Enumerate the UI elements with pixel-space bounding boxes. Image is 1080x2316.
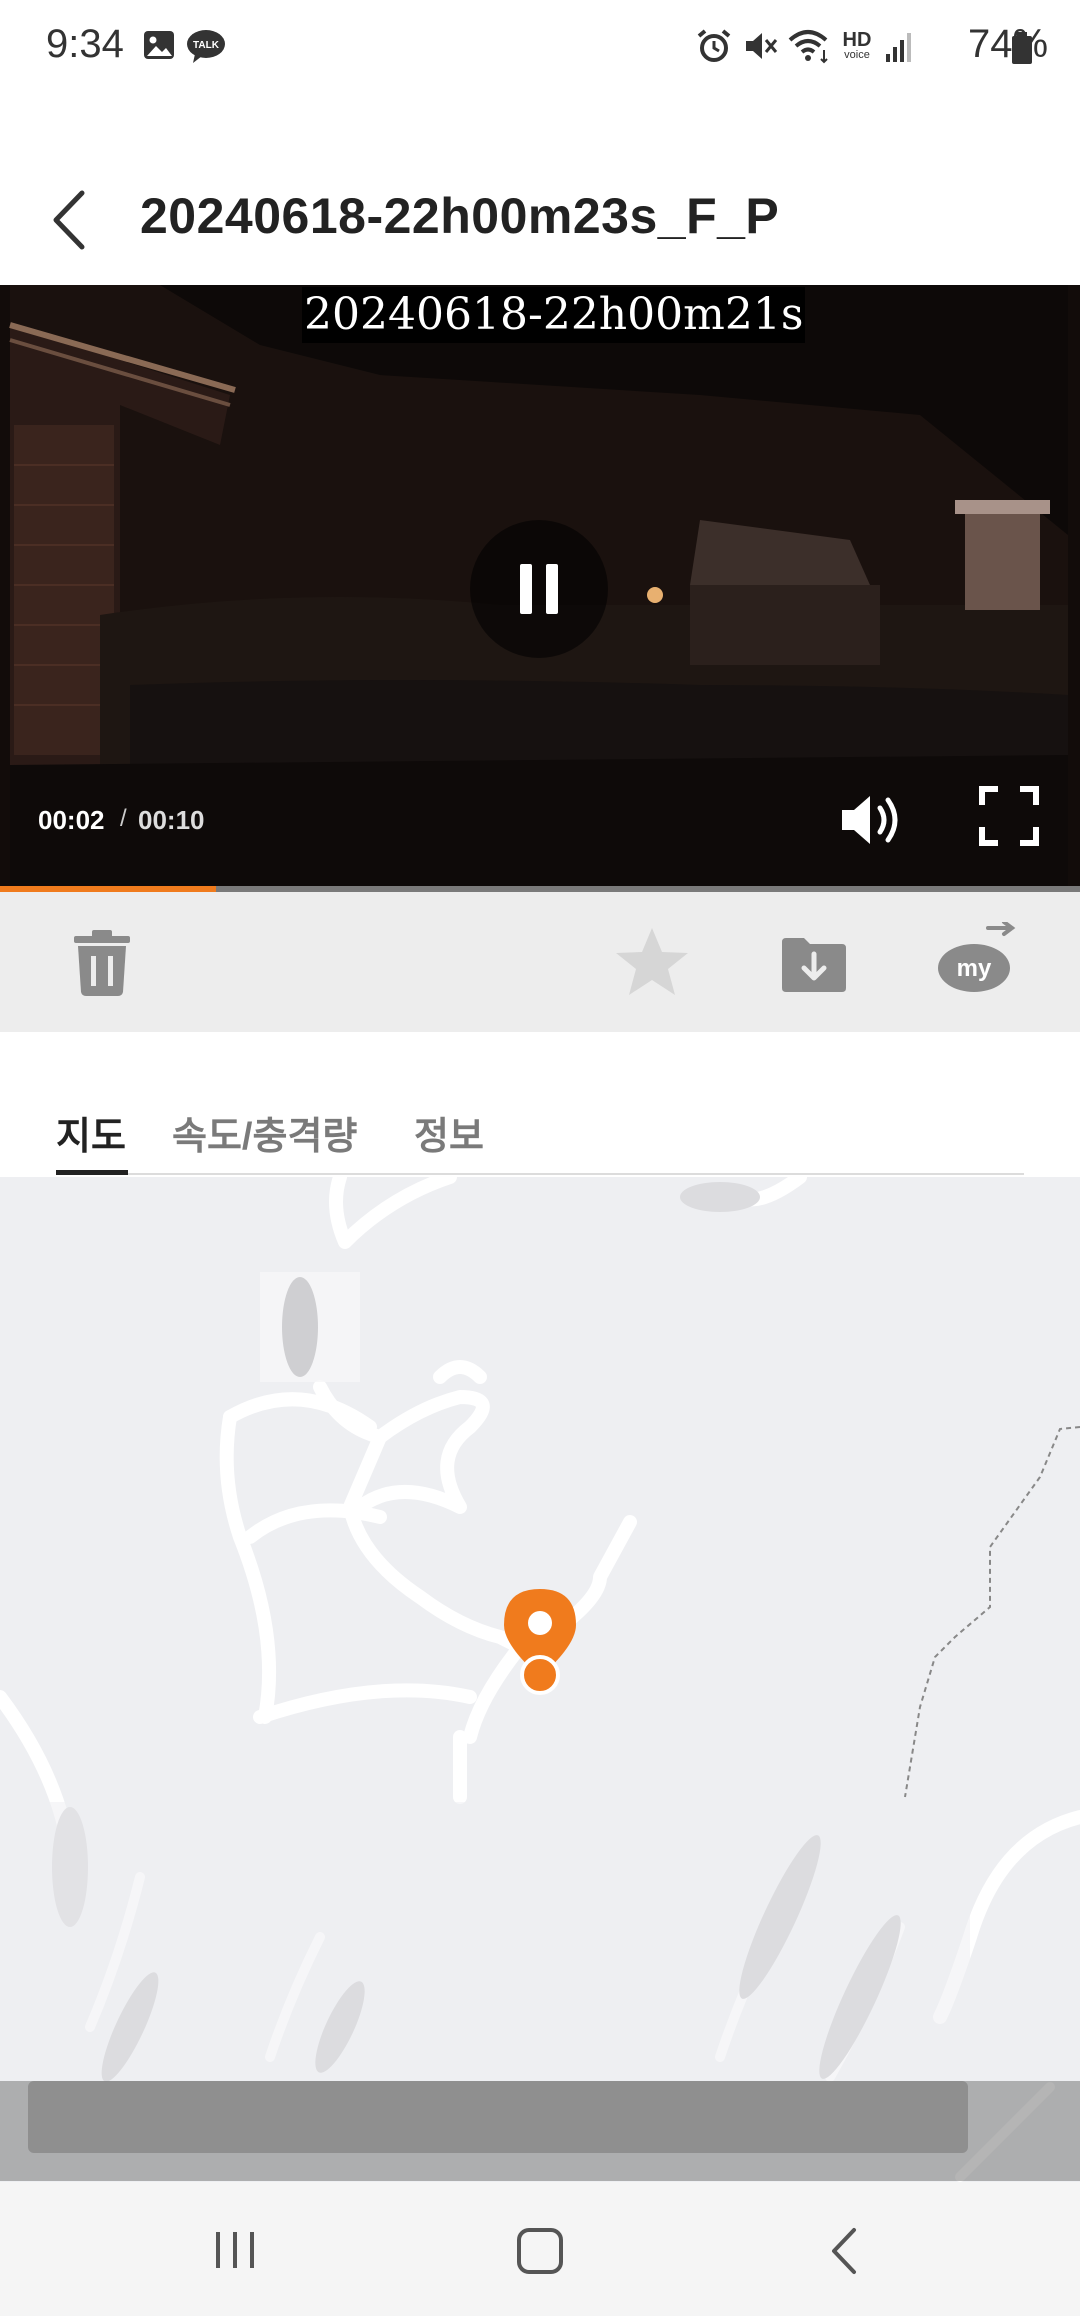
video-timestamp-overlay: 20240618-22h00m21s — [302, 287, 806, 343]
pause-button[interactable] — [470, 520, 608, 658]
trash-icon[interactable] — [62, 922, 142, 1002]
share-my-icon[interactable]: my — [934, 922, 1022, 1002]
my-label: my — [957, 955, 992, 982]
tab-indicator — [56, 1170, 128, 1175]
current-time: 00:02 — [38, 805, 105, 835]
hd-label: HD — [842, 29, 872, 51]
download-icon[interactable] — [774, 922, 854, 1002]
signal-icon — [886, 33, 911, 62]
time-separator: / — [120, 805, 127, 832]
app-bar: 20240618-22h00m23s_F_P — [0, 95, 1080, 285]
voice-label: voice — [844, 49, 870, 61]
map-attribution-bar — [0, 2081, 1080, 2181]
location-marker-icon[interactable] — [500, 1585, 580, 1695]
fullscreen-icon[interactable] — [978, 785, 1040, 847]
tab-bar: 지도 속도/충격량 정보 — [56, 1085, 1024, 1175]
page-title: 20240618-22h00m23s_F_P — [140, 188, 780, 244]
battery-percent: 74% — [968, 22, 1049, 66]
tab-speed-impact[interactable]: 속도/충격량 — [172, 1105, 357, 1160]
map-view[interactable] — [0, 1177, 1080, 2182]
tab-info[interactable]: 정보 — [414, 1105, 484, 1160]
status-time: 9:34 — [46, 22, 124, 66]
action-toolbar: my — [0, 892, 1080, 1032]
pause-icon — [520, 564, 558, 614]
gallery-icon — [144, 31, 174, 59]
navigation-bar — [0, 2182, 1080, 2316]
nav-back-icon[interactable] — [820, 2226, 870, 2276]
tab-map[interactable]: 지도 — [56, 1105, 126, 1160]
hd-voice-icon: HD voice — [838, 30, 876, 61]
star-icon[interactable] — [612, 922, 692, 1002]
total-time: 00:10 — [138, 805, 205, 835]
map-attribution-blur — [28, 2081, 968, 2153]
mute-icon — [746, 33, 778, 59]
back-button[interactable] — [40, 185, 100, 255]
wifi-icon — [788, 30, 828, 64]
recent-apps-icon[interactable] — [210, 2228, 260, 2272]
volume-icon[interactable] — [838, 790, 908, 850]
status-bar: 9:34 TALK HD voice 74% — [0, 0, 1080, 95]
alarm-icon — [697, 29, 731, 62]
battery-icon — [1012, 32, 1032, 64]
talk-label: TALK — [193, 40, 220, 51]
home-icon[interactable] — [515, 2226, 565, 2276]
video-player[interactable]: 20240618-22h00m21s 00:02 / 00:10 — [0, 285, 1080, 890]
talk-icon: TALK — [187, 30, 225, 63]
